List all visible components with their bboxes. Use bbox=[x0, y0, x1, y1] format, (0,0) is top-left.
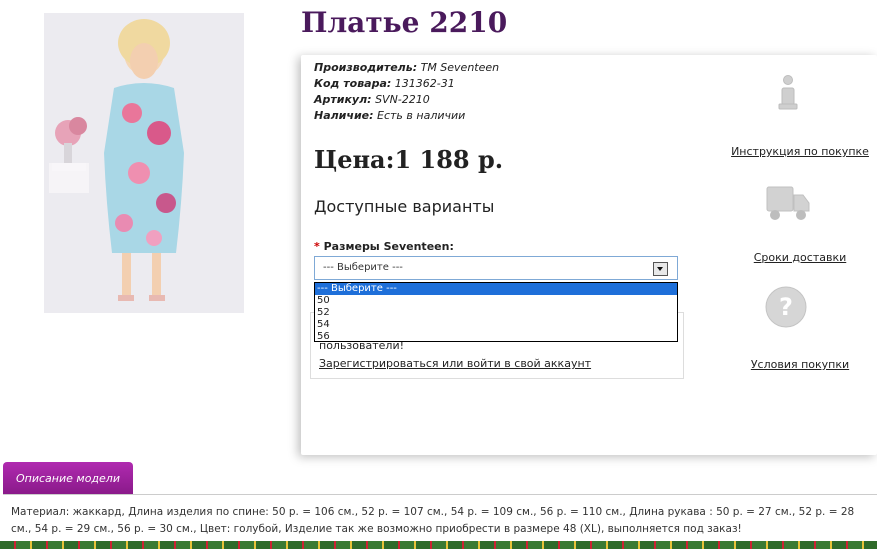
size-select-value: --- Выберите --- bbox=[323, 262, 403, 273]
spec-label: Артикул: bbox=[314, 93, 372, 106]
product-photo[interactable] bbox=[44, 13, 244, 313]
size-option-50[interactable]: 50 bbox=[315, 295, 677, 307]
spec-product-code: Код товара: 131362-31 bbox=[314, 76, 499, 92]
spec-label: Код товара: bbox=[314, 77, 392, 90]
truck-icon bbox=[766, 186, 810, 220]
product-price: Цена:1 188 р. bbox=[314, 145, 504, 174]
spec-value: 131362-31 bbox=[394, 77, 455, 90]
question-icon: ? bbox=[765, 286, 807, 328]
product-info-panel: Производитель: ТМ Seventeen Код товара: … bbox=[301, 55, 877, 455]
delivery-link[interactable]: Сроки доставки bbox=[725, 251, 875, 264]
spec-article: Артикул: SVN-2210 bbox=[314, 92, 499, 108]
product-photo-image bbox=[44, 13, 244, 313]
description-area: Материал: жаккард, Длина изделия по спин… bbox=[3, 494, 877, 542]
tab-description[interactable]: Описание модели bbox=[3, 462, 133, 494]
size-option-placeholder[interactable]: --- Выберите --- bbox=[315, 283, 677, 295]
svg-text:?: ? bbox=[779, 293, 793, 321]
size-label-text: Размеры Seventeen: bbox=[323, 240, 454, 253]
spec-label: Производитель: bbox=[314, 61, 418, 74]
spec-label: Наличие: bbox=[314, 109, 374, 122]
product-specs: Производитель: ТМ Seventeen Код товара: … bbox=[314, 60, 499, 124]
size-option-52[interactable]: 52 bbox=[315, 307, 677, 319]
spec-value: Есть в наличии bbox=[377, 109, 466, 122]
size-select[interactable]: --- Выберите --- bbox=[314, 256, 678, 280]
info-icon bbox=[778, 75, 798, 110]
spec-manufacturer: Производитель: ТМ Seventeen bbox=[314, 60, 499, 76]
instruction-link[interactable]: Инструкция по покупке bbox=[725, 145, 875, 158]
size-option-54[interactable]: 54 bbox=[315, 319, 677, 331]
purchase-terms-link[interactable]: Условия покупки bbox=[725, 358, 875, 371]
register-login-link[interactable]: Зарегистрироваться или войти в свой акка… bbox=[319, 357, 591, 370]
size-option-56[interactable]: 56 bbox=[315, 331, 677, 343]
size-label: * Размеры Seventeen: bbox=[314, 240, 454, 253]
spec-value: ТМ Seventeen bbox=[420, 61, 500, 74]
product-description: Материал: жаккард, Длина изделия по спин… bbox=[11, 506, 855, 535]
variants-heading: Доступные варианты bbox=[314, 197, 495, 216]
required-mark: * bbox=[314, 240, 320, 253]
spec-value: SVN-2210 bbox=[375, 93, 430, 106]
size-dropdown-list[interactable]: --- Выберите --- 50 52 54 56 bbox=[314, 282, 678, 342]
spec-availability: Наличие: Есть в наличии bbox=[314, 108, 499, 124]
decorative-garland bbox=[0, 541, 877, 549]
chevron-down-icon[interactable] bbox=[653, 262, 668, 276]
page-title: Платье 2210 bbox=[301, 6, 508, 39]
